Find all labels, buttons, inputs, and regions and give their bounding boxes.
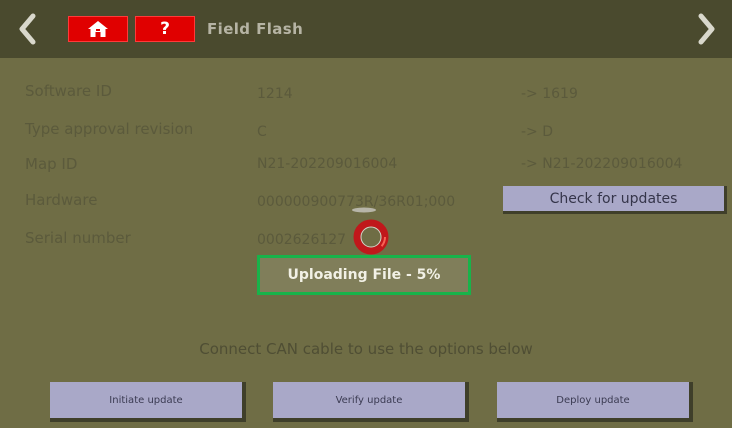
row-label: Hardware — [25, 191, 98, 209]
initiate-update-button[interactable]: Initiate update — [50, 382, 246, 422]
upload-status-text: Uploading File - 5% — [287, 267, 441, 283]
loading-spinner-icon — [352, 207, 389, 255]
info-row-map-id: Map ID N21-202209016004 -> N21-202209016… — [0, 155, 732, 179]
check-for-updates-button[interactable]: Check for updates — [503, 186, 727, 214]
home-button[interactable] — [68, 16, 128, 42]
page-title: Field Flash — [207, 20, 304, 38]
info-row-software-id: Software ID 1214 -> 1619 — [0, 82, 732, 106]
row-new-value: -> D — [521, 124, 554, 140]
row-label: Serial number — [25, 229, 131, 247]
row-label: Map ID — [25, 155, 78, 173]
home-icon — [88, 21, 108, 37]
chevron-right-icon[interactable] — [694, 10, 720, 48]
top-bar: ? Field Flash — [0, 0, 732, 58]
row-current-value: 1214 — [257, 86, 293, 102]
row-current-value: N21-202209016004 — [257, 156, 398, 172]
connect-can-message: Connect CAN cable to use the options bel… — [199, 340, 533, 358]
help-button[interactable]: ? — [135, 16, 195, 42]
deploy-update-button[interactable]: Deploy update — [497, 382, 693, 422]
verify-update-button[interactable]: Verify update — [273, 382, 469, 422]
row-new-value: -> N21-202209016004 — [521, 156, 683, 172]
row-label: Type approval revision — [25, 120, 194, 138]
upload-status-box: Uploading File - 5% — [257, 255, 471, 295]
info-row-type-approval: Type approval revision C -> D — [0, 120, 732, 144]
chevron-left-icon[interactable] — [14, 10, 40, 48]
row-label: Software ID — [25, 82, 112, 100]
row-current-value: C — [257, 124, 267, 140]
row-new-value: -> 1619 — [521, 86, 578, 102]
